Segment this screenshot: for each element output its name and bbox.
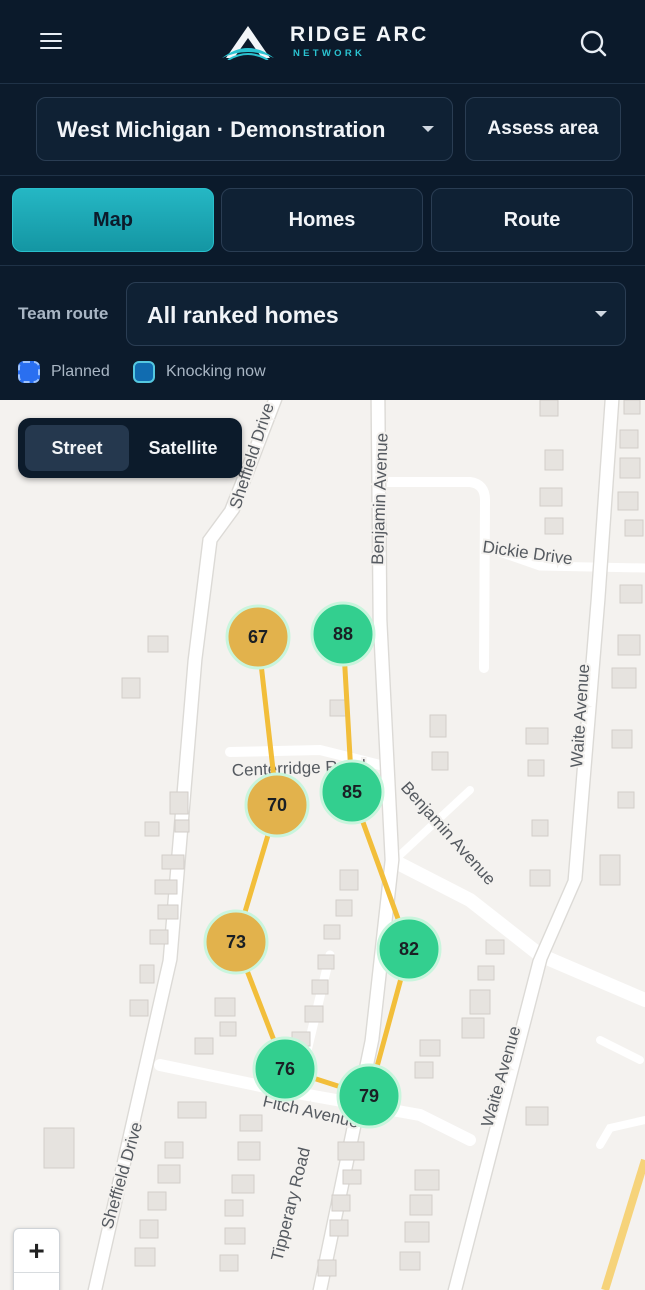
legend-planned: Planned xyxy=(18,360,110,384)
team-route-bar: Team route All ranked homes Planned Knoc… xyxy=(0,266,645,400)
region-bar: West Michigan · Demonstration Assess are… xyxy=(0,84,645,176)
marker-score: 70 xyxy=(267,795,287,815)
brand-subtitle: NETWORK xyxy=(293,48,366,59)
planned-swatch-icon xyxy=(18,361,40,383)
street-view-button[interactable]: Street xyxy=(25,425,129,471)
zoom-control: + xyxy=(13,1228,60,1290)
street-label-benjamin: Benjamin Avenue xyxy=(368,433,392,566)
satellite-view-button[interactable]: Satellite xyxy=(131,425,235,471)
legend-knocking: Knocking now xyxy=(133,360,266,384)
marker-home-79[interactable]: 79 xyxy=(336,1063,402,1129)
marker-home-76[interactable]: 76 xyxy=(252,1036,318,1102)
route-map[interactable]: Sheffield Drive Benjamin Avenue Dickie D… xyxy=(0,400,645,1290)
chevron-down-icon xyxy=(595,311,607,317)
search-icon[interactable] xyxy=(570,24,616,62)
street-label-tipperary: Tipperary Road xyxy=(267,1145,314,1263)
app-page: RIDGE ARC NETWORK West Michigan · Demons… xyxy=(0,0,645,1290)
view-tabs: Map Homes Route xyxy=(0,176,645,266)
chevron-down-icon xyxy=(422,126,434,132)
legend-planned-label: Planned xyxy=(51,363,110,380)
knocking-swatch-icon xyxy=(133,361,155,383)
marker-home-85[interactable]: 85 xyxy=(319,759,385,825)
marker-home-67[interactable]: 67 xyxy=(225,604,291,670)
zoom-in-button[interactable]: + xyxy=(14,1229,59,1273)
marker-score: 79 xyxy=(359,1086,379,1106)
brand-logo: RIDGE ARC NETWORK xyxy=(220,20,440,66)
marker-home-88[interactable]: 88 xyxy=(310,601,376,667)
marker-score: 88 xyxy=(333,624,353,644)
map-canvas[interactable]: Sheffield Drive Benjamin Avenue Dickie D… xyxy=(0,400,645,1290)
team-route-select[interactable]: All ranked homes xyxy=(126,282,626,346)
marker-score: 67 xyxy=(248,627,268,647)
assess-area-button[interactable]: Assess area xyxy=(465,97,621,161)
ridge-arc-logo-icon xyxy=(222,26,274,60)
tab-route[interactable]: Route xyxy=(431,188,633,252)
map-style-toggle: Street Satellite xyxy=(18,418,242,478)
marker-home-73[interactable]: 73 xyxy=(203,909,269,975)
app-header: RIDGE ARC NETWORK xyxy=(0,0,645,84)
marker-home-70[interactable]: 70 xyxy=(244,772,310,838)
marker-score: 73 xyxy=(226,932,246,952)
brand-name: RIDGE ARC xyxy=(290,23,429,46)
region-value: West Michigan · Demonstration xyxy=(57,117,386,142)
tab-homes[interactable]: Homes xyxy=(221,188,423,252)
region-select[interactable]: West Michigan · Demonstration xyxy=(36,97,453,161)
legend-knocking-label: Knocking now xyxy=(166,363,266,380)
team-route-label: Team route xyxy=(18,304,109,323)
marker-score: 82 xyxy=(399,939,419,959)
tab-map[interactable]: Map xyxy=(12,188,214,252)
marker-home-82[interactable]: 82 xyxy=(376,916,442,982)
marker-score: 85 xyxy=(342,782,362,802)
hamburger-menu-icon[interactable] xyxy=(28,24,74,60)
team-route-value: All ranked homes xyxy=(147,302,339,328)
marker-score: 76 xyxy=(275,1059,295,1079)
street-label-sheffield-bottom: Sheffield Drive xyxy=(98,1120,147,1231)
